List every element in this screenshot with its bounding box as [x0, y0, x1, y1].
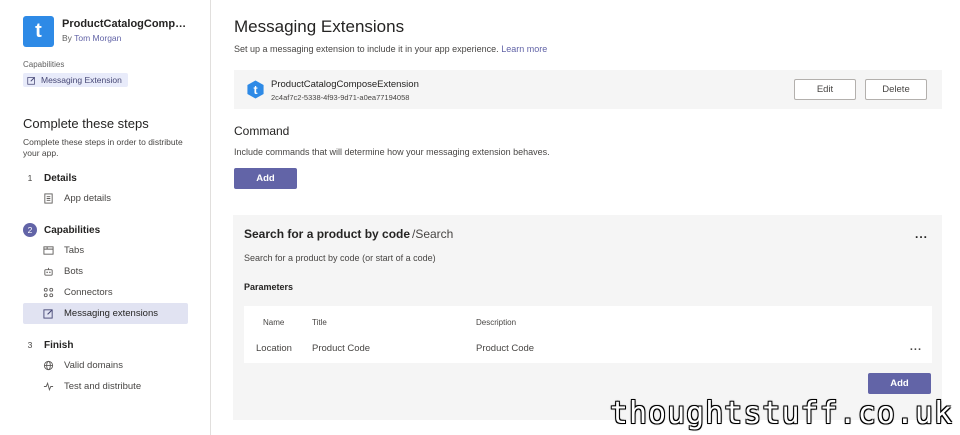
extension-id: 2c4af7c2-5338-4f93-9d71-a0ea77194058 [271, 93, 410, 102]
svg-text:t: t [253, 83, 257, 97]
learn-more-link[interactable]: Learn more [501, 44, 547, 54]
nav-item-label: Test and distribute [64, 381, 142, 392]
column-header-name: Name [263, 318, 285, 327]
sidebar: t ProductCatalogComposeExt... By Tom Mor… [0, 0, 211, 435]
page-subtitle: Set up a messaging extension to include … [234, 44, 547, 54]
app-logo-icon: t [247, 80, 264, 99]
compose-icon [27, 76, 35, 85]
command-description: Search for a product by code (or start o… [244, 253, 436, 263]
add-command-button[interactable]: Add [234, 168, 297, 189]
edit-button[interactable]: Edit [794, 79, 856, 100]
steps-title: Complete these steps [23, 116, 149, 131]
tab-icon [43, 246, 54, 255]
nav-item-label: Bots [64, 266, 84, 277]
cell-title: Product Code [312, 343, 371, 354]
page-subtitle-text: Set up a messaging extension to include … [234, 44, 499, 54]
command-card: Search for a product by code /Search ...… [233, 215, 942, 420]
step-details: 1 Details [23, 171, 77, 185]
capabilities-label: Capabilities [23, 60, 65, 69]
nav-item-label: Connectors [64, 287, 113, 298]
parameters-label: Parameters [244, 282, 294, 292]
row-more-icon[interactable]: ... [910, 341, 922, 353]
nav-item-label: App details [64, 193, 112, 204]
app-header: t ProductCatalogComposeExt... By Tom Mor… [23, 16, 190, 47]
step-number: 3 [27, 340, 33, 350]
app-author: By Tom Morgan [62, 33, 190, 43]
app-name: ProductCatalogComposeExt... [62, 18, 190, 30]
nav-item-messaging-extensions[interactable]: Messaging extensions [23, 303, 188, 324]
command-more-icon[interactable]: ... [915, 227, 928, 241]
nav-item-tabs[interactable]: Tabs [23, 240, 188, 261]
nav-item-test-and-distribute[interactable]: Test and distribute [23, 376, 188, 397]
column-header-description: Description [476, 318, 517, 327]
step-title: Capabilities [44, 224, 101, 236]
connector-icon [43, 287, 54, 298]
document-icon [44, 193, 53, 204]
steps-description: Complete these steps in order to distrib… [23, 137, 183, 158]
nav-item-label: Messaging extensions [64, 308, 158, 319]
extension-name: ProductCatalogComposeExtension [271, 79, 419, 90]
step-title: Details [44, 172, 77, 184]
command-id: /Search [412, 227, 454, 241]
pulse-icon [43, 381, 54, 392]
column-header-title: Title [312, 318, 327, 327]
capability-chip-label: Messaging Extension [41, 75, 122, 85]
bot-icon [44, 267, 53, 276]
command-section-description: Include commands that will determine how… [234, 147, 550, 157]
delete-button[interactable]: Delete [865, 79, 927, 100]
add-parameter-button[interactable]: Add [868, 373, 931, 394]
app-author-name[interactable]: Tom Morgan [74, 33, 121, 43]
command-title: Search for a product by code [244, 227, 411, 241]
step-number: 1 [27, 173, 33, 183]
cell-description: Product Code [476, 343, 535, 354]
app-meta: ProductCatalogComposeExt... By Tom Morga… [62, 18, 190, 43]
cell-name: Location [256, 343, 292, 354]
step-finish: 3 Finish [23, 338, 74, 352]
nav-item-app-details[interactable]: App details [23, 188, 188, 209]
nav-item-label: Valid domains [64, 360, 123, 371]
parameters-table: Name Title Description Location Product … [244, 306, 932, 363]
watermark: thoughtstuff.co.uk [609, 396, 953, 431]
compose-icon [43, 309, 53, 319]
step-capabilities: 2 Capabilities [23, 223, 100, 237]
app-logo: t [23, 16, 54, 47]
main-content: Messaging Extensions Set up a messaging … [211, 0, 960, 435]
extension-card: t ProductCatalogComposeExtension 2c4af7c… [234, 70, 942, 109]
nav-item-connectors[interactable]: Connectors [23, 282, 188, 303]
command-section-title: Command [234, 124, 290, 138]
step-number: 2 [23, 223, 37, 237]
page-title: Messaging Extensions [234, 17, 405, 36]
capability-chip: Messaging Extension [23, 73, 128, 87]
nav-item-bots[interactable]: Bots [23, 261, 188, 282]
app-by-prefix: By [62, 33, 72, 43]
nav-item-valid-domains[interactable]: Valid domains [23, 355, 188, 376]
globe-icon [43, 360, 54, 371]
step-title: Finish [44, 339, 74, 351]
nav-item-label: Tabs [64, 245, 85, 256]
